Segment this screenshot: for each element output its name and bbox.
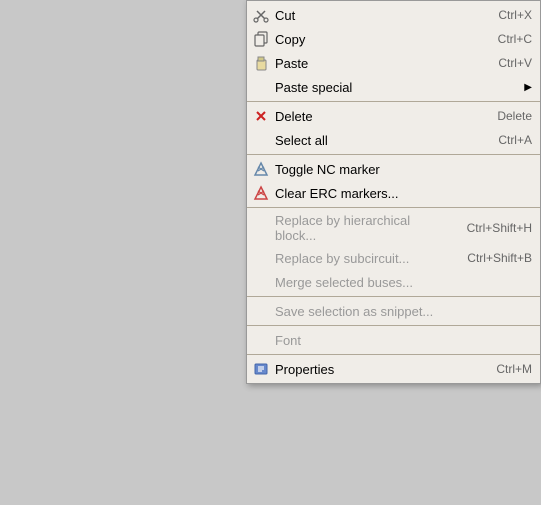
menu-item-merge-buses[interactable]: Merge selected buses... bbox=[247, 270, 540, 294]
properties-label: Properties bbox=[275, 362, 476, 377]
submenu-arrow: ▶ bbox=[524, 82, 532, 93]
properties-icon bbox=[251, 360, 271, 378]
clear-erc-icon bbox=[251, 184, 271, 202]
replace-hierarchical-label: Replace by hierarchical block... bbox=[275, 213, 447, 243]
separator-2 bbox=[247, 154, 540, 155]
menu-item-properties[interactable]: Properties Ctrl+M bbox=[247, 357, 540, 381]
menu-item-paste[interactable]: Paste Ctrl+V bbox=[247, 51, 540, 75]
replace-hierarchical-shortcut: Ctrl+Shift+H bbox=[467, 221, 532, 235]
toggle-nc-icon bbox=[251, 160, 271, 178]
select-all-shortcut: Ctrl+A bbox=[498, 133, 532, 147]
paste-special-label: Paste special bbox=[275, 80, 524, 95]
menu-item-replace-hierarchical[interactable]: Replace by hierarchical block... Ctrl+Sh… bbox=[247, 210, 540, 246]
separator-4 bbox=[247, 296, 540, 297]
context-menu: Cut Ctrl+X Copy Ctrl+C Paste Ctrl+V Past… bbox=[246, 0, 541, 384]
replace-subcircuit-label: Replace by subcircuit... bbox=[275, 251, 447, 266]
separator-5 bbox=[247, 325, 540, 326]
menu-item-save-snippet[interactable]: Save selection as snippet... bbox=[247, 299, 540, 323]
separator-1 bbox=[247, 101, 540, 102]
copy-icon bbox=[251, 30, 271, 48]
font-icon bbox=[251, 331, 271, 349]
properties-shortcut: Ctrl+M bbox=[496, 362, 532, 376]
menu-item-clear-erc[interactable]: Clear ERC markers... bbox=[247, 181, 540, 205]
separator-3 bbox=[247, 207, 540, 208]
menu-item-replace-subcircuit[interactable]: Replace by subcircuit... Ctrl+Shift+B bbox=[247, 246, 540, 270]
menu-item-cut[interactable]: Cut Ctrl+X bbox=[247, 3, 540, 27]
copy-shortcut: Ctrl+C bbox=[498, 32, 532, 46]
delete-shortcut: Delete bbox=[497, 109, 532, 123]
cut-label: Cut bbox=[275, 8, 478, 23]
menu-item-font[interactable]: Font bbox=[247, 328, 540, 352]
paste-icon bbox=[251, 54, 271, 72]
merge-buses-icon bbox=[251, 273, 271, 291]
paste-shortcut: Ctrl+V bbox=[498, 56, 532, 70]
separator-6 bbox=[247, 354, 540, 355]
toggle-nc-label: Toggle NC marker bbox=[275, 162, 512, 177]
select-all-icon bbox=[251, 131, 271, 149]
clear-erc-label: Clear ERC markers... bbox=[275, 186, 512, 201]
font-label: Font bbox=[275, 333, 512, 348]
delete-icon bbox=[251, 107, 271, 125]
save-snippet-icon bbox=[251, 302, 271, 320]
replace-hierarchical-icon bbox=[251, 219, 271, 237]
delete-label: Delete bbox=[275, 109, 477, 124]
menu-item-paste-special[interactable]: Paste special ▶ bbox=[247, 75, 540, 99]
paste-special-icon bbox=[251, 78, 271, 96]
menu-item-delete[interactable]: Delete Delete bbox=[247, 104, 540, 128]
paste-label: Paste bbox=[275, 56, 478, 71]
cut-icon bbox=[251, 6, 271, 24]
copy-label: Copy bbox=[275, 32, 478, 47]
cut-shortcut: Ctrl+X bbox=[498, 8, 532, 22]
replace-subcircuit-shortcut: Ctrl+Shift+B bbox=[467, 251, 532, 265]
menu-item-toggle-nc[interactable]: Toggle NC marker bbox=[247, 157, 540, 181]
replace-subcircuit-icon bbox=[251, 249, 271, 267]
menu-item-copy[interactable]: Copy Ctrl+C bbox=[247, 27, 540, 51]
save-snippet-label: Save selection as snippet... bbox=[275, 304, 512, 319]
select-all-label: Select all bbox=[275, 133, 478, 148]
merge-buses-label: Merge selected buses... bbox=[275, 275, 512, 290]
menu-item-select-all[interactable]: Select all Ctrl+A bbox=[247, 128, 540, 152]
